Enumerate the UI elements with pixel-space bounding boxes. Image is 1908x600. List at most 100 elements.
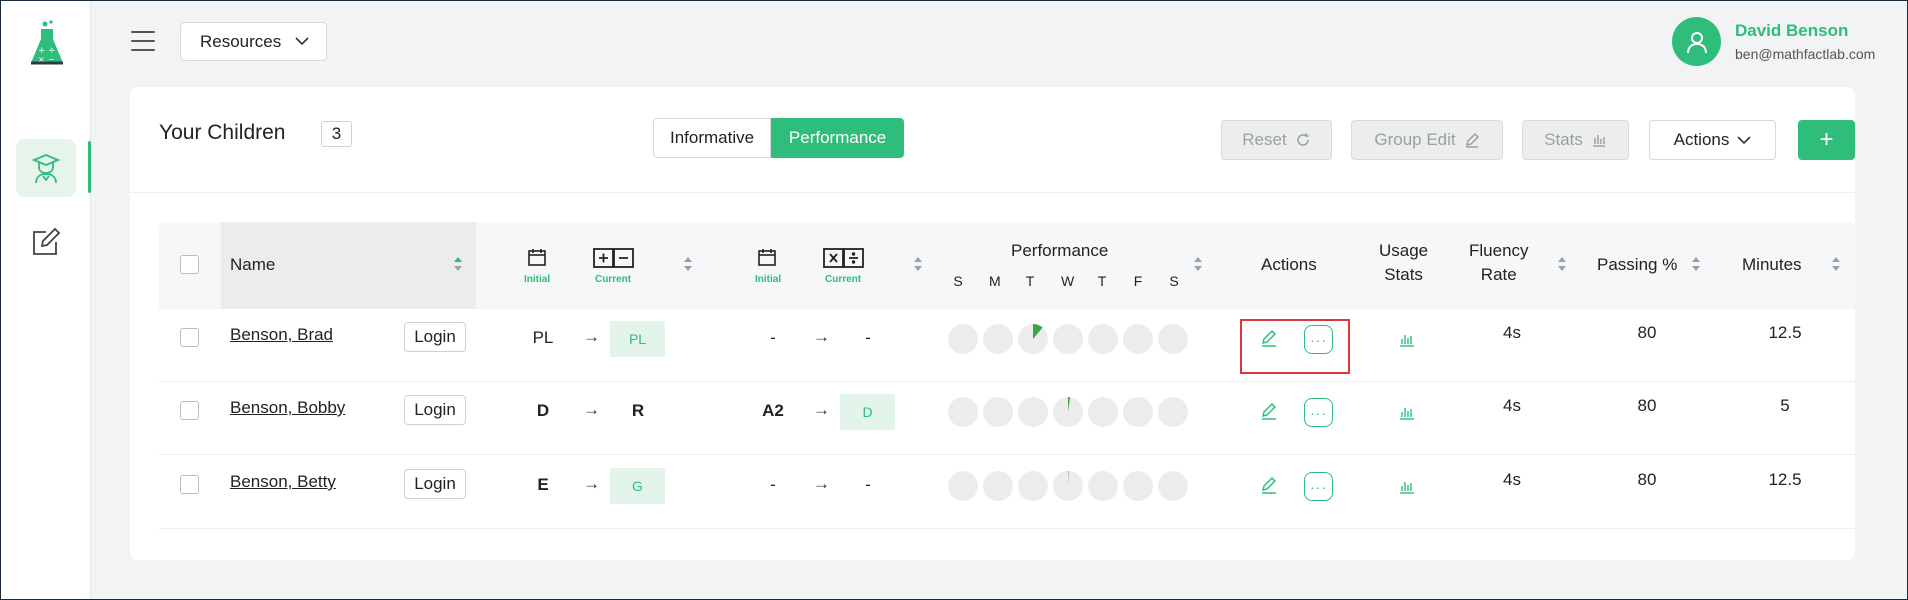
reset-label: Reset (1242, 130, 1287, 149)
add-initial-level: E (537, 475, 549, 494)
flask-logo-icon: + ÷ × − (31, 20, 63, 65)
graduate-icon (31, 154, 61, 184)
fluency-rate-value: 4s (1503, 470, 1521, 489)
performance-header: Performance (1011, 241, 1109, 260)
mul-current-level: - (865, 328, 871, 347)
child-name-link[interactable]: Benson, Brad (230, 325, 333, 345)
sort-icon-active[interactable] (453, 255, 463, 273)
sort-icon[interactable] (1691, 255, 1701, 273)
tab-informative[interactable]: Informative (653, 118, 772, 158)
day-progress-circle (948, 324, 978, 354)
child-name-link[interactable]: Benson, Bobby (230, 398, 345, 418)
passing-value: 80 (1637, 323, 1657, 342)
day-progress-circle (1158, 397, 1188, 427)
sort-icon[interactable] (1193, 255, 1203, 273)
minutes-header[interactable]: Minutes (1742, 253, 1802, 277)
add-current-level: PL (610, 321, 665, 357)
arrow-icon: → (583, 474, 600, 493)
passing-value: 80 (1637, 396, 1657, 415)
current-label: Current (825, 274, 862, 285)
child-name-link[interactable]: Benson, Betty (230, 472, 336, 492)
reset-button[interactable]: Reset (1221, 120, 1332, 160)
day-progress-circle (1053, 471, 1083, 501)
row-checkbox[interactable] (180, 475, 199, 494)
resources-dropdown[interactable]: Resources (180, 22, 327, 61)
bar-chart-icon[interactable] (1399, 331, 1415, 347)
day-progress-circle (1053, 397, 1083, 427)
weekday-label: M (989, 273, 1001, 289)
group-edit-button[interactable]: Group Edit (1351, 120, 1503, 160)
weekly-performance (948, 324, 1188, 354)
arrow-icon: → (813, 327, 830, 346)
day-progress-circle (1088, 324, 1118, 354)
avatar[interactable] (1672, 17, 1721, 66)
login-button[interactable]: Login (404, 395, 466, 425)
row-divider (159, 454, 1855, 455)
arrow-icon: → (813, 400, 830, 419)
bar-chart-icon[interactable] (1399, 478, 1415, 494)
mul-initial-level: A2 (762, 401, 784, 420)
weekday-label: S (1169, 273, 1179, 289)
fluency-rate-value: 4s (1503, 323, 1521, 342)
current-label: Current (595, 274, 632, 285)
initial-label: Initial (755, 274, 782, 285)
initial-label: Initial (524, 274, 551, 285)
sort-icon[interactable] (683, 255, 693, 273)
page-title: Your Children (159, 121, 286, 144)
day-progress-circle (1018, 471, 1048, 501)
weekday-label: S (953, 273, 963, 289)
svg-text:−: − (48, 55, 55, 64)
day-progress-circle (1158, 324, 1188, 354)
sort-icon[interactable] (913, 255, 923, 273)
day-progress-circle (1123, 324, 1153, 354)
fluency-rate-header[interactable]: Fluency Rate (1469, 239, 1529, 287)
stats-label: Stats (1544, 130, 1583, 149)
day-progress-circle (1088, 397, 1118, 427)
weekday-label: F (1133, 273, 1143, 289)
actions-label: Actions (1673, 130, 1730, 149)
login-button[interactable]: Login (404, 469, 466, 499)
day-progress-circle (948, 397, 978, 427)
bar-chart-icon[interactable] (1399, 404, 1415, 420)
tab-performance[interactable]: Performance (771, 118, 905, 158)
actions-dropdown[interactable]: Actions (1649, 120, 1776, 160)
chevron-down-icon (1737, 135, 1751, 144)
add-child-button[interactable]: + (1798, 120, 1855, 160)
pencil-icon[interactable] (1260, 476, 1278, 494)
more-options-button[interactable]: ··· (1304, 472, 1333, 501)
calendar-icon (528, 249, 546, 266)
day-progress-circle (1053, 324, 1083, 354)
weekly-performance (948, 471, 1188, 501)
plus-minus-icon (593, 248, 634, 268)
add-current-level: R (631, 401, 645, 420)
menu-icon[interactable] (131, 31, 155, 53)
sort-icon[interactable] (1557, 255, 1567, 273)
day-progress-circle (1123, 471, 1153, 501)
sidebar-item-children[interactable] (16, 139, 76, 197)
resources-label: Resources (200, 31, 282, 51)
row-checkbox[interactable] (180, 328, 199, 347)
passing-value: 80 (1637, 470, 1657, 489)
stats-button[interactable]: Stats (1522, 120, 1629, 160)
name-header[interactable]: Name (230, 253, 275, 277)
minutes-value: 12.5 (1768, 470, 1802, 489)
passing-header[interactable]: Passing % (1597, 253, 1677, 277)
weekday-label: T (1097, 273, 1107, 289)
divider (130, 192, 1855, 193)
refresh-icon (1296, 133, 1309, 146)
arrow-icon: → (813, 474, 830, 493)
pencil-icon[interactable] (1260, 402, 1278, 420)
day-progress-circle (1088, 471, 1118, 501)
actions-header: Actions (1261, 255, 1317, 274)
login-button[interactable]: Login (404, 322, 466, 352)
edit-square-icon (33, 227, 61, 255)
day-progress-circle (983, 471, 1013, 501)
user-icon (1686, 31, 1707, 53)
children-count-badge: 3 (321, 121, 352, 147)
sidebar-item-edit[interactable] (16, 213, 76, 271)
select-all-checkbox[interactable] (180, 255, 199, 274)
weekday-label: W (1061, 273, 1075, 289)
row-checkbox[interactable] (180, 401, 199, 420)
more-options-button[interactable]: ··· (1304, 398, 1333, 427)
sort-icon[interactable] (1831, 255, 1841, 273)
